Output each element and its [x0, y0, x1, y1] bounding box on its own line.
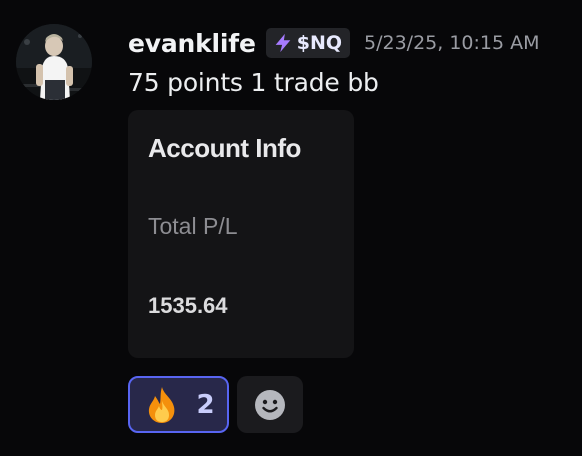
embed-value: 1535.64 [148, 293, 228, 318]
smiley-icon [255, 389, 285, 420]
message-header: evanklife $NQ 5/23/25, 10:15 AM [128, 24, 540, 62]
server-tag-text: $NQ [296, 32, 342, 54]
timestamp[interactable]: 5/23/25, 10:15 AM [364, 32, 540, 54]
embed-card[interactable]: Account Info Total P/L 1535.64 [128, 110, 354, 358]
embed-label: Total P/L [148, 213, 238, 239]
server-tag[interactable]: $NQ [265, 28, 350, 58]
add-reaction-button[interactable] [237, 376, 303, 433]
avatar[interactable] [16, 24, 92, 100]
embed-title: Account Info [148, 133, 301, 163]
reactions-bar: 2 [128, 376, 303, 433]
reaction-count: 2 [196, 389, 215, 420]
fire-icon [149, 386, 175, 423]
message-content: 75 points 1 trade bb [128, 68, 379, 97]
lightning-icon [275, 33, 291, 53]
username[interactable]: evanklife [128, 29, 256, 58]
reaction-fire[interactable]: 2 [128, 376, 229, 433]
avatar-image [16, 24, 92, 100]
